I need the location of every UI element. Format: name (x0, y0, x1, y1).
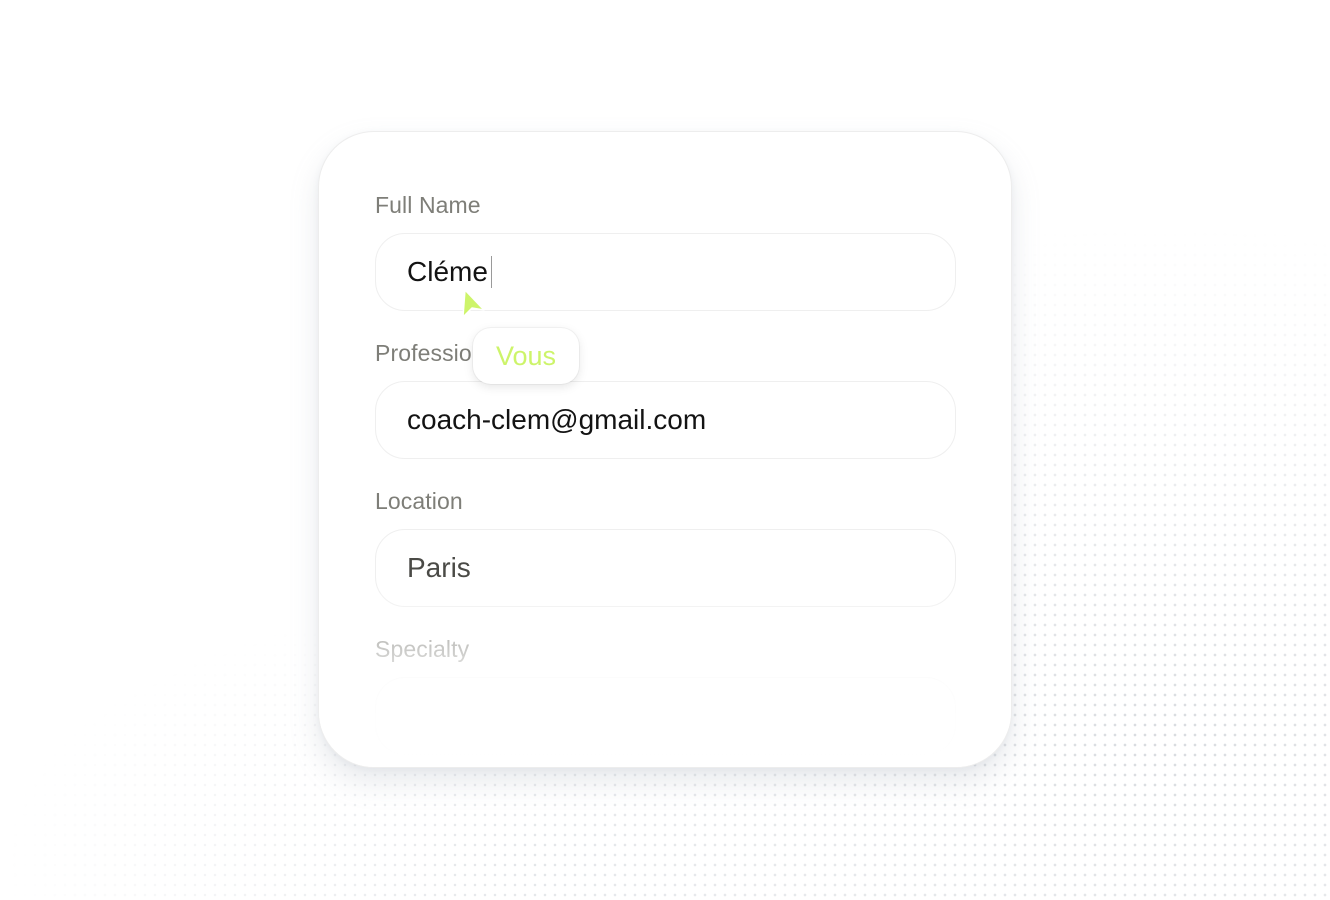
professional-email-value: coach-clem@gmail.com (407, 404, 707, 435)
collaborator-cursor-tag: Vous (473, 328, 579, 384)
full-name-value: Cléme (407, 256, 488, 287)
location-value: Paris (407, 552, 471, 583)
specialty-label: Specialty (375, 636, 470, 662)
text-caret (490, 256, 493, 288)
profile-form-card: Full Name Cléme Professio coach-clem@gma… (318, 131, 1012, 768)
location-input[interactable]: Paris (375, 529, 956, 607)
stage: Full Name Cléme Professio coach-clem@gma… (0, 0, 1330, 900)
cursor-arrow-icon (462, 289, 485, 318)
professional-email-input[interactable]: coach-clem@gmail.com (375, 381, 956, 459)
specialty-input[interactable] (375, 677, 956, 755)
location-label: Location (375, 488, 463, 514)
professional-email-label: Professio (375, 340, 472, 366)
full-name-label: Full Name (375, 192, 481, 218)
